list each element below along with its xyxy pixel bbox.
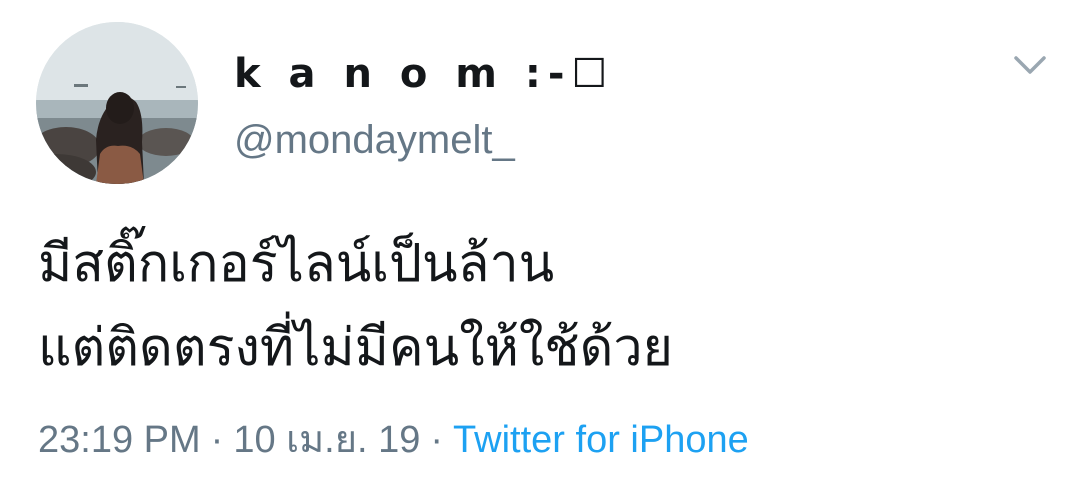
- avatar-photo: [36, 22, 198, 184]
- tweet-card: k a n o m :-☐ @mondaymelt_ มีสติ๊กเกอร์ไ…: [0, 0, 1080, 491]
- avatar[interactable]: [36, 22, 198, 184]
- meta-separator: ·: [210, 419, 224, 461]
- tweet-meta: 23:19 PM · 10 เม.ย. 19 · Twitter for iPhone: [38, 414, 749, 466]
- tweet-time[interactable]: 23:19 PM: [38, 419, 201, 461]
- tweet-date[interactable]: 10 เม.ย. 19: [233, 419, 420, 461]
- tweet-text-line: แต่ติดตรงที่ไม่มีคนให้ใช้ด้วย: [38, 318, 674, 378]
- tweet-source-link[interactable]: Twitter for iPhone: [453, 419, 749, 461]
- display-name[interactable]: k a n o m :-☐: [234, 50, 614, 98]
- meta-separator: ·: [430, 419, 444, 461]
- chevron-down-icon[interactable]: [1010, 50, 1050, 80]
- tweet-text-line: มีสติ๊กเกอร์ไลน์เป็นล้าน: [38, 234, 555, 294]
- user-handle[interactable]: @mondaymelt_: [234, 116, 515, 164]
- tweet-text: มีสติ๊กเกอร์ไลน์เป็นล้าน แต่ติดตรงที่ไม่…: [38, 222, 1048, 390]
